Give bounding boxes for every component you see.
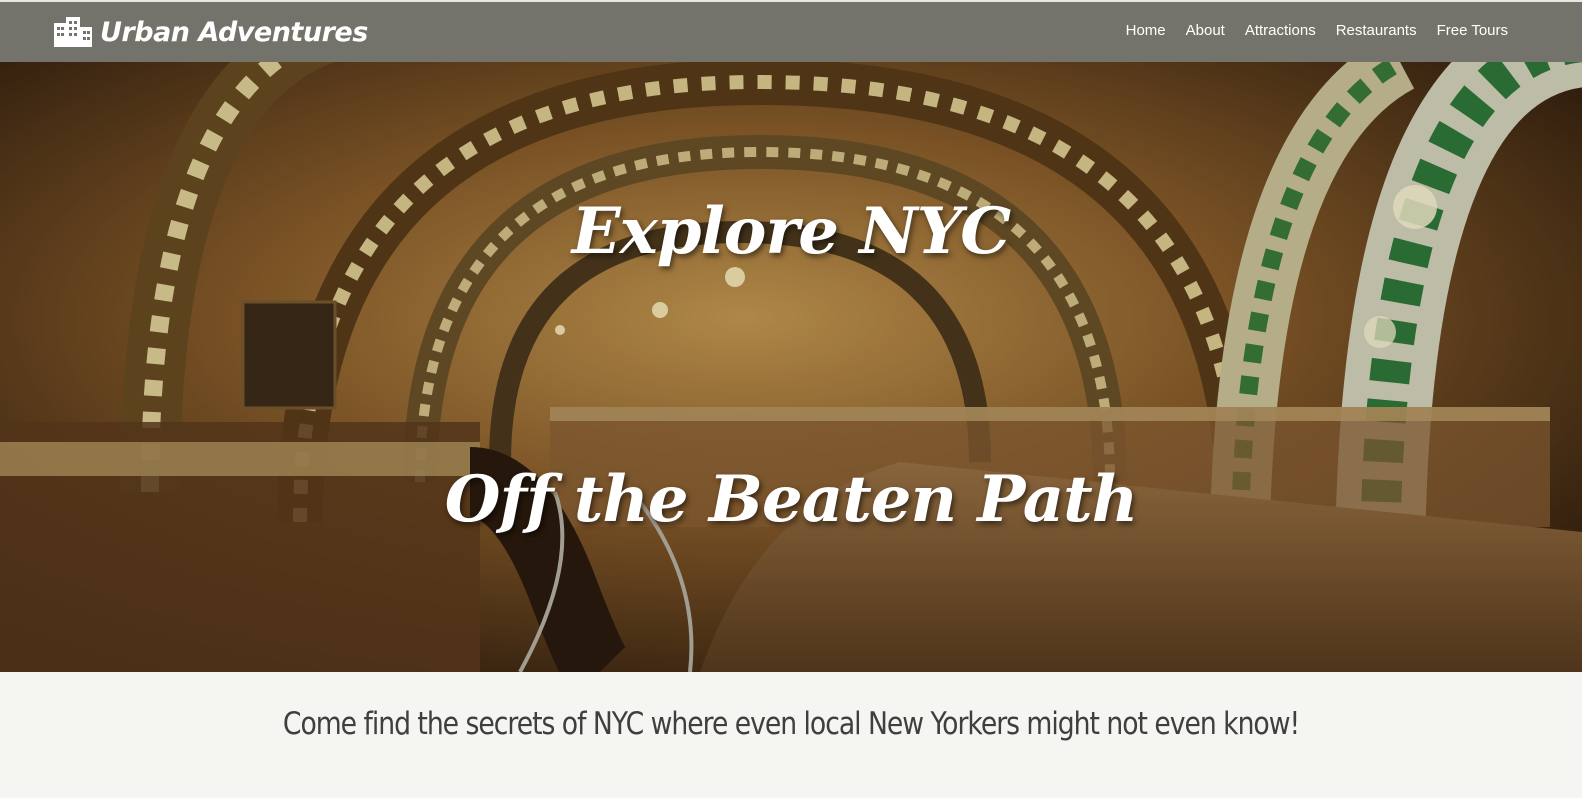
nav-attractions[interactable]: Attractions xyxy=(1245,22,1316,39)
brand-name: Urban Adventures xyxy=(100,16,368,48)
nav-restaurants[interactable]: Restaurants xyxy=(1336,22,1417,39)
brand-link[interactable]: Urban Adventures xyxy=(54,14,368,50)
navbar: Urban Adventures Home About Attractions … xyxy=(0,0,1582,62)
nav-home[interactable]: Home xyxy=(1126,22,1166,39)
city-buildings-icon xyxy=(54,17,92,47)
hero-title-line1: Explore NYC xyxy=(571,194,1011,269)
nav-links: Home About Attractions Restaurants Free … xyxy=(1106,22,1508,39)
nav-about[interactable]: About xyxy=(1186,22,1225,39)
tagline: Come find the secrets of NYC where even … xyxy=(282,706,1300,742)
hero-title-line2: Off the Beaten Path xyxy=(444,462,1139,537)
nav-free-tours[interactable]: Free Tours xyxy=(1437,22,1508,39)
hero: Explore NYC Off the Beaten Path xyxy=(0,62,1582,672)
subway-tunnel-background xyxy=(0,62,1582,672)
